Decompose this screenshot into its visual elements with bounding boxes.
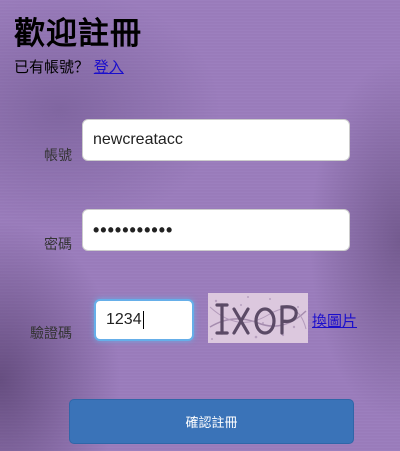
page-title: 歡迎註冊 xyxy=(14,16,142,52)
captcha-input-value: 1234 xyxy=(106,311,142,328)
captcha-image xyxy=(208,293,308,343)
captcha-input[interactable]: 1234 xyxy=(94,299,194,341)
captcha-label: 驗證碼 xyxy=(30,326,72,342)
refresh-captcha-link[interactable]: 換圖片 xyxy=(312,310,357,331)
text-caret xyxy=(142,310,144,329)
password-label: 密碼 xyxy=(44,237,72,253)
password-masked-value: ••••••••••• xyxy=(93,220,174,240)
captcha-noise-graphic xyxy=(208,293,308,343)
confirm-register-button[interactable]: 確認註冊 xyxy=(69,399,354,444)
login-prompt-text: 已有帳號？ xyxy=(14,58,90,76)
login-prompt-row: 已有帳號？ 登入 xyxy=(14,57,124,77)
account-input[interactable] xyxy=(82,119,350,161)
login-link[interactable]: 登入 xyxy=(94,58,124,76)
account-label: 帳號 xyxy=(44,148,72,164)
password-input[interactable]: ••••••••••• xyxy=(82,209,350,251)
